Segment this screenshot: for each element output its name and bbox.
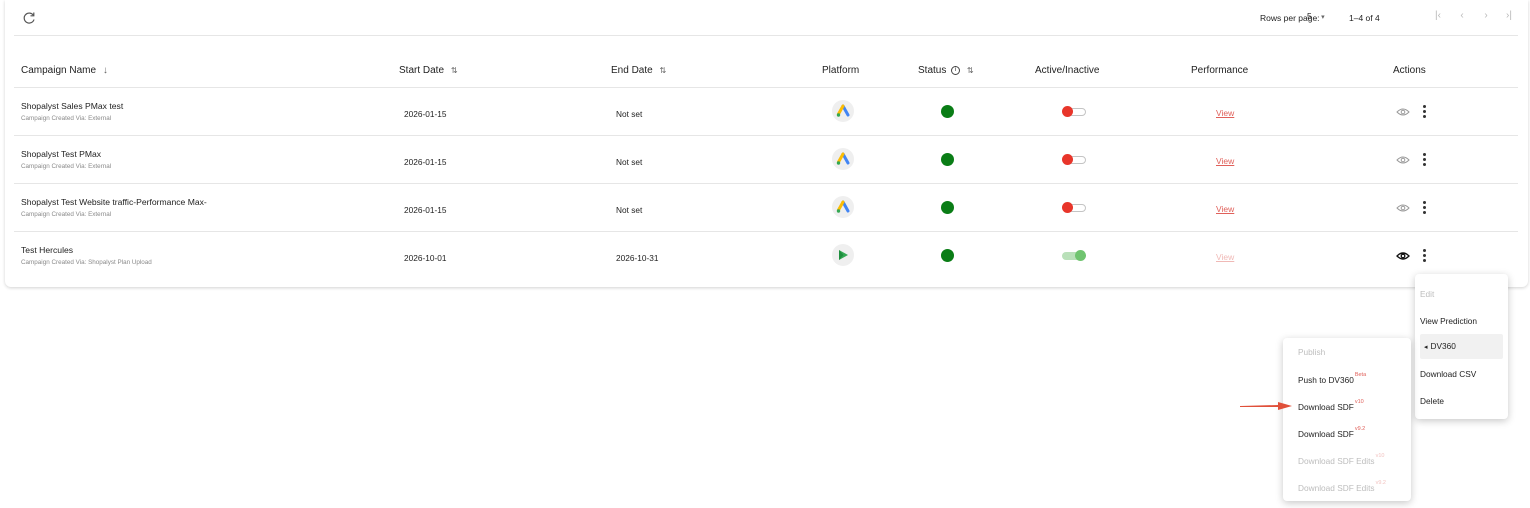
next-page-button[interactable]: › (1479, 10, 1493, 21)
column-header-active-inactive: Active/Inactive (1035, 65, 1100, 76)
campaign-name: Shopalyst Test PMax (21, 149, 102, 159)
active-toggle[interactable] (1062, 202, 1086, 213)
campaign-source: Campaign Created Via: Shopalyst Plan Upl… (21, 259, 152, 266)
start-date: 2026-01-15 (404, 157, 447, 167)
table-toolbar: Rows per page: 5 ▾ 1–4 of 4 |‹ ‹ › ›| (5, 0, 1528, 36)
last-page-button[interactable]: ›| (1502, 10, 1516, 21)
status-indicator (941, 153, 954, 166)
actions-menu: Edit View Prediction ◂ DV360 Download CSV… (1415, 274, 1508, 419)
download-sdf-edits-label: Download SDF Edits (1298, 456, 1375, 466)
dropdown-caret-icon: ▾ (1321, 14, 1325, 21)
active-toggle[interactable] (1062, 106, 1086, 117)
beta-badge: Beta (1354, 372, 1367, 378)
eye-icon[interactable] (1396, 203, 1410, 213)
performance-view-link[interactable]: View (1216, 204, 1234, 214)
eye-icon[interactable] (1396, 155, 1410, 165)
dv360-menu-item[interactable]: ◂ DV360 (1420, 334, 1503, 359)
more-options-icon[interactable] (1421, 201, 1427, 215)
campaign-source: Campaign Created Via: External (21, 163, 112, 170)
campaign-name: Shopalyst Sales PMax test (21, 101, 124, 111)
push-to-dv360-menu-item[interactable]: Push to DV360Beta (1298, 372, 1367, 385)
dv360-label: DV360 (1430, 341, 1456, 351)
column-header-label: Campaign Name (21, 65, 97, 76)
end-date: Not set (616, 205, 643, 215)
download-csv-menu-item[interactable]: Download CSV (1420, 369, 1476, 379)
more-options-icon[interactable] (1421, 105, 1427, 119)
campaigns-table-card: Rows per page: 5 ▾ 1–4 of 4 |‹ ‹ › ›| Ca… (5, 0, 1528, 287)
sort-icon: ⇅ (450, 66, 458, 75)
download-sdf-v10-menu-item[interactable]: Download SDFv10 (1298, 399, 1364, 412)
table-row: Shopalyst Test PMax Campaign Created Via… (14, 136, 1518, 184)
dv360-icon (832, 244, 854, 266)
toolbar-divider (14, 35, 1518, 36)
status-indicator (941, 105, 954, 118)
version-badge: v9.2 (1354, 426, 1366, 432)
more-options-icon[interactable] (1421, 249, 1427, 263)
end-date: Not set (616, 109, 643, 119)
column-header-actions: Actions (1393, 65, 1426, 76)
performance-view-link[interactable]: View (1216, 156, 1234, 166)
status-indicator (941, 201, 954, 214)
rows-per-page-select[interactable]: 5 ▾ (1307, 11, 1325, 21)
download-sdf-edits-label: Download SDF Edits (1298, 483, 1375, 493)
publish-menu-item[interactable]: Publish (1298, 347, 1325, 357)
more-options-icon[interactable] (1421, 153, 1427, 167)
eye-icon[interactable] (1396, 107, 1410, 117)
download-sdf-edits-v10-menu-item[interactable]: Download SDF Editsv10 (1298, 453, 1385, 466)
first-page-button[interactable]: |‹ (1431, 10, 1445, 21)
column-header-platform: Platform (822, 65, 860, 76)
delete-menu-item[interactable]: Delete (1420, 396, 1444, 406)
column-header-campaign-name[interactable]: Campaign Name ↓ (21, 65, 108, 76)
end-date: 2026-10-31 (616, 253, 659, 263)
start-date: 2026-10-01 (404, 253, 447, 263)
column-header-performance: Performance (1191, 65, 1249, 76)
table-row: Shopalyst Test Website traffic-Performan… (14, 184, 1518, 232)
column-header-end-date[interactable]: End Date ⇅ (611, 65, 666, 76)
campaign-name: Shopalyst Test Website traffic-Performan… (21, 197, 207, 207)
sort-icon: ⇅ (966, 66, 974, 75)
rows-per-page-value: 5 (1307, 11, 1312, 21)
google-ads-icon (832, 100, 854, 122)
eye-icon[interactable] (1396, 251, 1410, 261)
column-header-label: Start Date (399, 65, 445, 76)
sort-down-arrow-icon: ↓ (102, 65, 108, 76)
prev-page-button[interactable]: ‹ (1455, 10, 1469, 21)
caret-left-icon: ◂ (1424, 344, 1428, 351)
view-prediction-menu-item[interactable]: View Prediction (1420, 316, 1477, 326)
end-date: Not set (616, 157, 643, 167)
table-row: Test Hercules Campaign Created Via: Shop… (14, 232, 1518, 280)
start-date: 2026-01-15 (404, 205, 447, 215)
sort-icon: ⇅ (659, 66, 667, 75)
version-badge: v10 (1354, 399, 1364, 405)
column-header-status[interactable]: Status i ⇅ (918, 65, 974, 76)
version-badge: v9.2 (1375, 480, 1386, 486)
download-sdf-label: Download SDF (1298, 429, 1354, 439)
info-icon[interactable]: i (951, 65, 961, 75)
start-date: 2026-01-15 (404, 109, 447, 119)
column-header-label: End Date (611, 65, 653, 76)
performance-view-link[interactable]: View (1216, 108, 1234, 118)
google-ads-icon (832, 196, 854, 218)
campaign-source: Campaign Created Via: External (21, 211, 112, 218)
active-toggle[interactable] (1062, 154, 1086, 165)
annotation-arrow-icon (1240, 402, 1292, 410)
refresh-icon[interactable] (21, 10, 37, 26)
push-to-dv360-label: Push to DV360 (1298, 375, 1354, 385)
column-header-start-date[interactable]: Start Date ⇅ (399, 65, 458, 76)
dv360-submenu: Publish Push to DV360Beta Download SDFv1… (1283, 338, 1411, 501)
download-sdf-label: Download SDF (1298, 402, 1354, 412)
campaign-source: Campaign Created Via: External (21, 115, 112, 122)
edit-menu-item[interactable]: Edit (1420, 289, 1434, 299)
campaign-name: Test Hercules (21, 245, 74, 255)
table-row: Shopalyst Sales PMax test Campaign Creat… (14, 88, 1518, 136)
google-ads-icon (832, 148, 854, 170)
column-header-label: Status (918, 65, 947, 76)
performance-view-link[interactable]: View (1216, 252, 1234, 262)
download-sdf-v9-2-menu-item[interactable]: Download SDFv9.2 (1298, 426, 1366, 439)
version-badge: v10 (1375, 453, 1385, 459)
active-toggle[interactable] (1062, 250, 1086, 261)
status-indicator (941, 249, 954, 262)
download-sdf-edits-v9-2-menu-item[interactable]: Download SDF Editsv9.2 (1298, 480, 1386, 493)
page-range: 1–4 of 4 (1349, 13, 1380, 23)
